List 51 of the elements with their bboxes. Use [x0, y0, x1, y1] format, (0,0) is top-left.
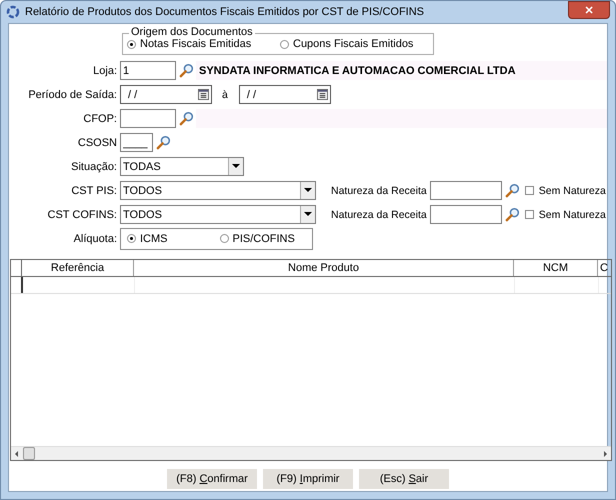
dropdown[interactable]: TODOS: [120, 181, 316, 200]
search-icon[interactable]: [179, 111, 194, 126]
action-button[interactable]: (F8) Confirmar: [167, 469, 257, 489]
horizontal-scrollbar[interactable]: [11, 446, 611, 460]
column-header[interactable]: C: [598, 260, 611, 276]
field-label: Natureza da Receita: [331, 184, 427, 196]
date-field[interactable]: / /: [120, 85, 212, 104]
scroll-thumb[interactable]: [23, 447, 35, 460]
radio-option[interactable]: ICMS: [127, 232, 220, 244]
search-icon[interactable]: [504, 183, 520, 198]
input-field[interactable]: ____: [120, 133, 153, 152]
dropdown-arrow-icon: [232, 164, 240, 169]
field-label: CST COFINS:: [46, 208, 117, 220]
radio-option[interactable]: PIS/COFINS: [220, 232, 312, 244]
field-label: Período de Saída:: [27, 88, 117, 100]
action-button[interactable]: (F9) Imprimir: [263, 469, 353, 489]
input-field[interactable]: 1: [120, 61, 176, 80]
checkbox[interactable]: Sem Natureza: [524, 184, 606, 196]
field-label: Loja:: [92, 64, 117, 76]
dropdown-arrow-icon: [304, 212, 312, 217]
close-button[interactable]: ✕: [568, 1, 610, 19]
dropdown-arrow-icon: [304, 188, 312, 193]
column-header[interactable]: Referência: [22, 260, 134, 276]
range-separator: à: [222, 88, 228, 100]
field-label: CSOSN: [76, 136, 117, 148]
column-header[interactable]: NCM: [514, 260, 598, 276]
search-icon[interactable]: [504, 207, 520, 222]
field-label: CFOP:: [82, 112, 117, 124]
dropdown[interactable]: TODOS: [120, 205, 316, 224]
date-field[interactable]: / /: [238, 85, 331, 104]
column-header[interactable]: Nome Produto: [134, 260, 514, 276]
field-label: Situação:: [70, 160, 117, 172]
dropdown[interactable]: TODAS: [120, 157, 244, 176]
search-icon[interactable]: [156, 135, 171, 150]
field-label: CST PIS:: [70, 184, 117, 196]
radio-option[interactable]: Cupons Fiscais Emitidos: [280, 38, 433, 50]
company-name: SYNDATA INFORMATICA E AUTOMACAO COMERCIAL LTDA: [199, 64, 516, 76]
input-field[interactable]: [120, 109, 176, 128]
group-title: Origem dos Documentos: [129, 26, 255, 38]
input-field[interactable]: [430, 181, 502, 200]
search-icon[interactable]: [179, 63, 194, 78]
app-icon: [6, 5, 20, 19]
action-button[interactable]: (Esc) Sair: [359, 469, 449, 489]
field-label: Alíquota:: [72, 232, 117, 244]
calendar-icon[interactable]: [316, 89, 328, 100]
field-label: Natureza da Receita: [331, 208, 427, 220]
checkbox[interactable]: Sem Natureza: [524, 208, 606, 220]
radio-option[interactable]: Notas Fiscais Emitidas: [127, 38, 280, 50]
calendar-icon[interactable]: [198, 89, 209, 100]
input-field[interactable]: [430, 205, 502, 224]
window-title: Relatório de Produtos dos Documentos Fiscais Emitidos por CST de PIS/COFINS: [25, 6, 424, 18]
